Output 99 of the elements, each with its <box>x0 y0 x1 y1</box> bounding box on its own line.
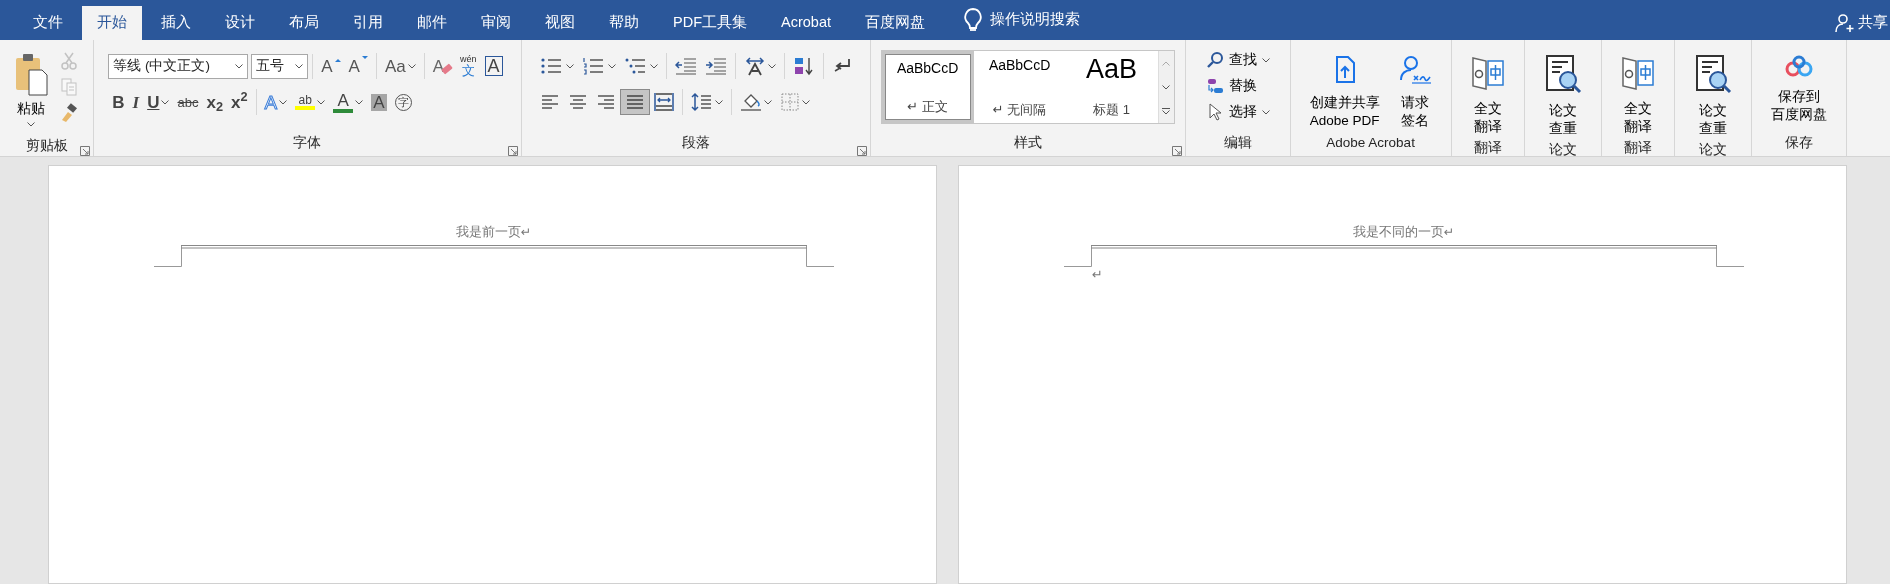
replace-icon <box>1205 77 1224 95</box>
paper-check-button[interactable]: 论文 查重 <box>1534 48 1591 140</box>
paper-check-button[interactable]: 论文 查重 <box>1684 48 1741 140</box>
more-styles-button[interactable] <box>1158 99 1174 123</box>
style-preview-text: AaBbCcD <box>988 56 1051 75</box>
dropdown-caret-icon <box>1162 84 1171 90</box>
document-search-icon <box>1693 54 1732 94</box>
lightbulb-icon <box>962 7 984 33</box>
group-label: 翻译 <box>1623 139 1652 158</box>
change-case-button[interactable]: Aa <box>380 53 420 79</box>
ribbon-tab[interactable]: PDF工具集 <box>658 6 762 40</box>
ribbon-tab[interactable]: 布局 <box>274 6 334 40</box>
ribbon-tab[interactable]: 引用 <box>338 6 398 40</box>
search-icon <box>1205 51 1224 69</box>
share-button[interactable]: 共享 <box>1819 6 1890 40</box>
style-name: ↵ 正文 <box>907 97 948 116</box>
style-preview-text: AaBbCcD <box>896 59 959 78</box>
find-button[interactable]: 查找 <box>1195 48 1280 72</box>
group-label: 字体 <box>293 134 322 152</box>
ribbon-tab[interactable]: 视图 <box>530 6 590 40</box>
highlight-button[interactable]: ab <box>291 89 330 115</box>
bold-button[interactable]: B <box>108 89 129 115</box>
ribbon-tab[interactable]: Acrobat <box>766 6 846 40</box>
decrease-indent-icon <box>674 56 697 76</box>
justify-button[interactable] <box>619 89 650 115</box>
ribbon-tab[interactable]: 邮件 <box>402 6 462 40</box>
style-name: ↵ 无间隔 <box>992 100 1047 119</box>
paragraph-mark: ↵ <box>1092 267 1104 281</box>
sort-icon <box>792 56 815 76</box>
align-right-icon <box>595 92 616 112</box>
font-name-dropdown[interactable]: 等线 (中文正文) <box>108 53 249 79</box>
ribbon-tab[interactable]: 百度网盘 <box>850 6 940 40</box>
subscript-button[interactable]: x$_{2}$ <box>202 89 227 115</box>
borders-icon <box>779 92 800 112</box>
select-button[interactable]: 选择 <box>1195 100 1280 124</box>
underline-button[interactable]: U <box>143 89 174 115</box>
signature-icon <box>1397 54 1432 86</box>
replace-button[interactable]: 替换 <box>1195 74 1280 98</box>
tell-me-search[interactable]: 操作说明搜索 <box>990 9 1081 31</box>
group-label: 样式 <box>1013 134 1042 152</box>
group-label: 保存 <box>1784 134 1813 152</box>
ribbon-tab[interactable]: 插入 <box>146 6 206 40</box>
group-label: 翻译 <box>1473 139 1502 158</box>
group-label: 剪贴板 <box>25 136 68 155</box>
translate-button[interactable]: 全文 翻译 <box>1461 48 1514 138</box>
ribbon-tab[interactable]: 设计 <box>210 6 270 40</box>
group-label: 论文 <box>1548 141 1577 160</box>
ribbon-tab[interactable]: 审阅 <box>466 6 526 40</box>
clipboard-icon <box>14 52 48 96</box>
dropdown-caret-icon <box>235 63 244 69</box>
create-pdf-button[interactable]: 创建并共享 Adobe PDF <box>1300 48 1389 132</box>
phonetic-guide-button[interactable]: wén 文 <box>456 53 481 79</box>
group-label: Adobe Acrobat <box>1326 134 1415 152</box>
paste-button[interactable]: 粘贴 <box>10 48 52 135</box>
dropdown-caret-icon <box>295 63 304 69</box>
add-person-icon <box>1834 13 1855 33</box>
scroll-up-icon <box>1162 60 1171 66</box>
scissors-icon <box>59 51 80 71</box>
ribbon-tab[interactable]: 开始 <box>82 6 142 40</box>
style-preview-text: AaB <box>1086 55 1138 85</box>
distribute-icon <box>653 92 674 112</box>
superscript-button[interactable]: x$^{2}$ <box>226 89 252 115</box>
font-color-button[interactable]: A <box>329 89 368 115</box>
align-left-icon <box>539 92 560 112</box>
character-shading-button[interactable]: A <box>367 89 391 115</box>
copy-icon <box>59 77 80 97</box>
translate-button[interactable]: 全文 翻译 <box>1611 48 1664 138</box>
font-size-dropdown[interactable]: 五号 <box>251 53 309 79</box>
shrink-font-button[interactable]: A <box>344 53 372 79</box>
numbered-list-icon <box>581 56 606 76</box>
group-label: 编辑 <box>1223 134 1252 152</box>
document-search-icon <box>1543 54 1582 94</box>
style-name: 标题 1 <box>1093 100 1131 119</box>
justify-icon <box>624 92 645 112</box>
increase-indent-icon <box>704 56 727 76</box>
text-arrows-icon <box>743 56 766 76</box>
grow-font-button[interactable]: A <box>317 53 345 79</box>
group-label: 段落 <box>681 134 710 152</box>
style-gallery-item[interactable]: AaBbCcD ↵ 正文 <box>881 51 974 123</box>
line-spacing-icon <box>690 92 713 112</box>
italic-button[interactable]: I <box>128 89 144 115</box>
header-text: 我是前一页↵ <box>454 224 533 241</box>
more-icon <box>1162 107 1171 115</box>
save-to-cloud-button[interactable]: 保存到 百度网盘 <box>1761 48 1836 132</box>
enclose-character-button[interactable]: 字 <box>390 89 416 115</box>
multilevel-list-icon <box>623 56 648 76</box>
dropdown-caret-icon <box>27 121 35 127</box>
bullet-list-icon <box>539 56 564 76</box>
translate-icon <box>1620 54 1655 92</box>
header-text: 我是不同的一页↵ <box>1351 224 1456 241</box>
ribbon-tab[interactable]: 文件 <box>18 6 78 40</box>
paint-bucket-icon <box>739 92 762 112</box>
ribbon-tab[interactable]: 帮助 <box>594 6 654 40</box>
strikethrough-button[interactable]: abc <box>173 89 203 115</box>
align-center-icon <box>567 92 588 112</box>
translate-icon <box>1470 54 1505 92</box>
paintbrush-icon <box>59 103 80 123</box>
group-label: 论文 <box>1698 141 1727 160</box>
request-signature-button[interactable]: 请求 签名 <box>1388 48 1441 132</box>
